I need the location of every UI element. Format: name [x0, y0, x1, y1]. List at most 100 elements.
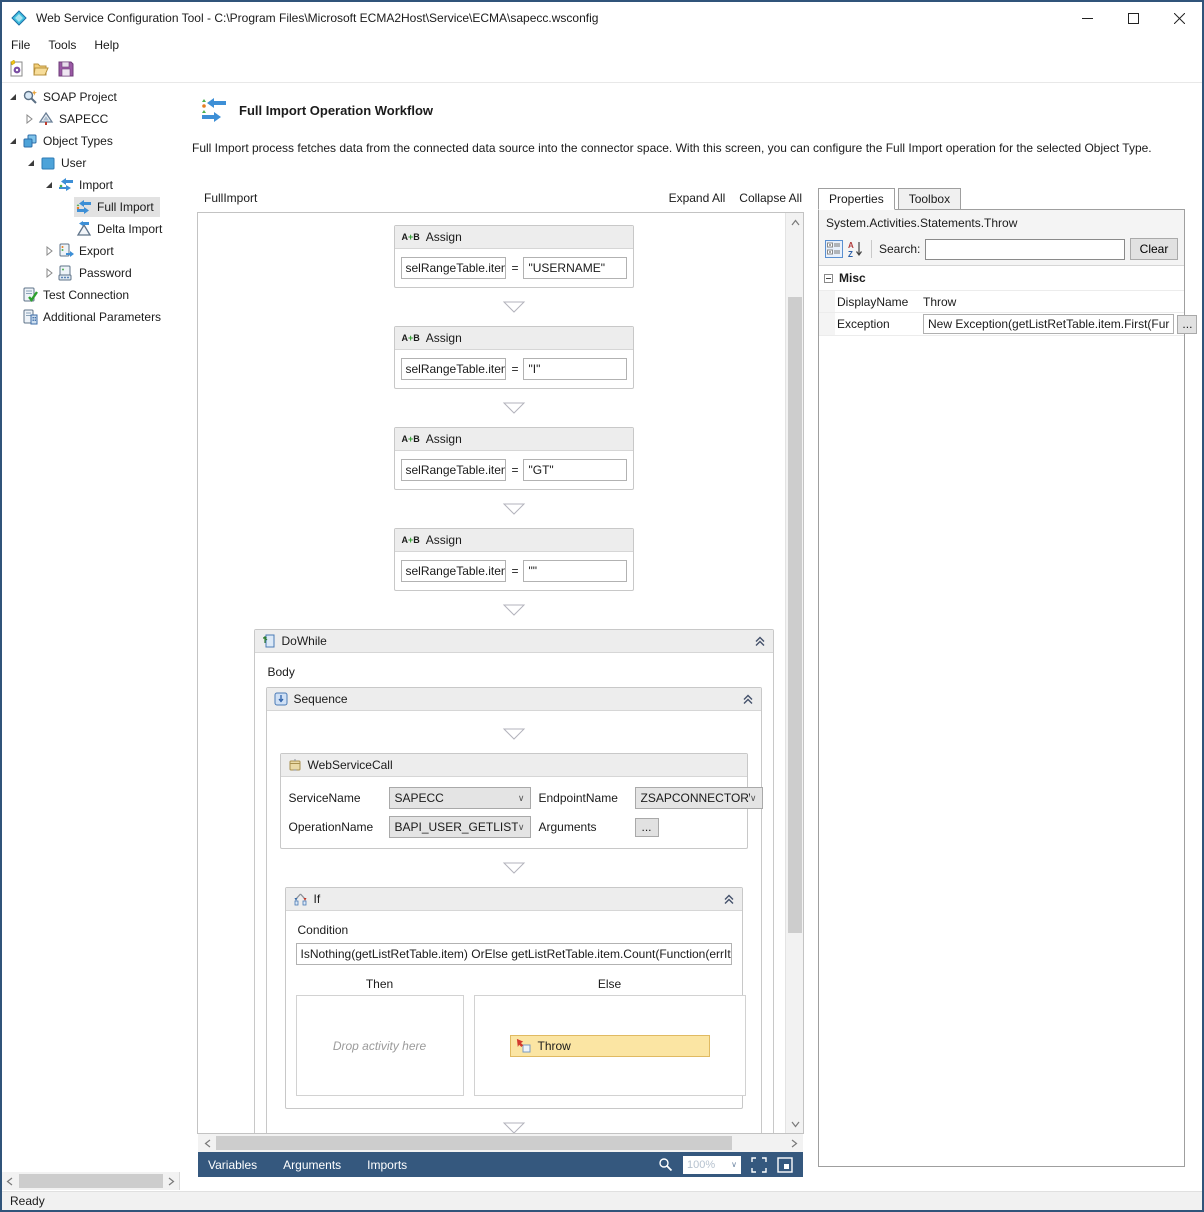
designer-hscrollbar[interactable] [198, 1134, 803, 1152]
designer-vscrollbar[interactable] [785, 213, 803, 1133]
menu-tools[interactable]: Tools [39, 34, 85, 56]
webservicecall-activity[interactable]: WebServiceCall ServiceName SAPECC ∨ Endp… [279, 753, 763, 849]
assign-to-field[interactable]: selRangeTable.item [400, 358, 507, 380]
close-button[interactable] [1156, 2, 1202, 34]
sidebar-item-export[interactable]: Export [2, 240, 192, 262]
zoom-level-select[interactable]: 100% ∨ [683, 1155, 741, 1174]
breadcrumb[interactable]: FullImport [204, 191, 257, 205]
sapecc-icon [38, 111, 54, 127]
collapse-all-link[interactable]: Collapse All [739, 191, 802, 205]
sidebar-item-sapecc[interactable]: SAPECC [2, 108, 192, 130]
sidebar-item-user[interactable]: User [2, 152, 192, 174]
collapse-chevron-icon[interactable] [723, 893, 735, 905]
properties-search-input[interactable] [925, 238, 1125, 260]
expander-collapsed-icon[interactable] [42, 266, 56, 280]
throw-activity[interactable]: Throw [509, 1034, 710, 1057]
arguments-label: Arguments [538, 820, 597, 834]
expander-expanded-icon[interactable] [6, 134, 20, 148]
service-name-select[interactable]: SAPECC ∨ [388, 787, 531, 809]
collapse-chevron-icon[interactable] [742, 693, 754, 705]
condition-field[interactable]: IsNothing(getListRetTable.item) OrElse g… [295, 943, 732, 965]
exception-ellipsis-button[interactable]: ... [1177, 314, 1198, 334]
displayname-value[interactable]: Throw [923, 295, 956, 309]
expander-expanded-icon[interactable] [24, 156, 38, 170]
sidebar-item-soap-project[interactable]: SOAP Project [2, 86, 192, 108]
scrollbar-thumb[interactable] [19, 1174, 163, 1188]
svg-text:A: A [848, 241, 854, 250]
test-connection-icon [22, 287, 38, 303]
tree-label: SAPECC [59, 112, 109, 126]
sidebar-item-password[interactable]: Password [2, 262, 192, 284]
else-label: Else [597, 977, 622, 991]
sidebar-item-delta-import[interactable]: Delta Import [2, 218, 192, 240]
assign-activity-2[interactable]: A+B Assign selRangeTable.item = "I" [393, 326, 634, 389]
assign-activity-1[interactable]: A+B Assign selRangeTable.item = "USERNAM… [393, 225, 634, 288]
sidebar-item-import[interactable]: Import [2, 174, 192, 196]
fit-to-screen-icon[interactable] [751, 1156, 767, 1173]
imports-tab[interactable]: Imports [367, 1158, 407, 1172]
status-bar: Ready [2, 1191, 1202, 1210]
sidebar-item-full-import[interactable]: Full Import [2, 196, 192, 218]
expander-expanded-icon[interactable] [6, 90, 20, 104]
alphabetical-sort-icon[interactable]: AZ [848, 240, 864, 258]
open-file-button[interactable] [31, 59, 51, 79]
tab-properties[interactable]: Properties [818, 188, 895, 210]
assign-to-field[interactable]: selRangeTable.item [400, 257, 507, 279]
scroll-up-icon[interactable] [788, 213, 802, 231]
endpoint-name-select[interactable]: ZSAPCONNECTORWS ∨ [634, 787, 763, 809]
exception-value-field[interactable]: New Exception(getListRetTable.item.First… [923, 314, 1175, 334]
sidebar-item-test-connection[interactable]: Test Connection [2, 284, 192, 306]
assign-to-field[interactable]: selRangeTable.item [400, 459, 507, 481]
variables-tab[interactable]: Variables [208, 1158, 257, 1172]
assign-value-field[interactable]: "USERNAME" [523, 257, 627, 279]
tree-label: Delta Import [97, 222, 163, 236]
if-activity[interactable]: If Condition IsNothing(getListRetTable.i… [284, 887, 746, 1109]
scroll-left-icon[interactable] [2, 1172, 16, 1190]
assign-value-field[interactable]: "GT" [523, 459, 627, 481]
scroll-down-icon[interactable] [788, 1115, 802, 1133]
sidebar-item-object-types[interactable]: Object Types [2, 130, 192, 152]
assign-value-field[interactable]: "" [523, 560, 627, 582]
tree-label: Import [79, 178, 114, 192]
expander-collapsed-icon[interactable] [42, 244, 56, 258]
search-icon[interactable] [658, 1157, 673, 1172]
clear-button[interactable]: Clear [1130, 238, 1178, 260]
collapse-chevron-icon[interactable] [754, 635, 766, 647]
arguments-tab[interactable]: Arguments [283, 1158, 341, 1172]
operation-name-select[interactable]: BAPI_USER_GETLIST ∨ [388, 816, 531, 838]
maximize-button[interactable] [1110, 2, 1156, 34]
scroll-right-icon[interactable] [164, 1172, 178, 1190]
menu-file[interactable]: File [2, 34, 39, 56]
assign-activity-4[interactable]: A+B Assign selRangeTable.item = "" [393, 528, 634, 591]
assign-activity-3[interactable]: A+B Assign selRangeTable.item = "GT" [393, 427, 634, 490]
arguments-button[interactable]: ... [634, 817, 659, 837]
then-dropzone[interactable]: Drop activity here [295, 995, 464, 1096]
tree-label: Full Import [97, 200, 154, 214]
scrollbar-thumb[interactable] [216, 1136, 732, 1150]
assign-value-field[interactable]: "I" [523, 358, 627, 380]
save-button[interactable] [56, 59, 76, 79]
minimize-button[interactable] [1064, 2, 1110, 34]
new-file-button[interactable] [6, 59, 26, 79]
sidebar-item-additional-parameters[interactable]: Additional Parameters [2, 306, 192, 328]
collapse-category-icon[interactable] [824, 273, 833, 283]
sequence-activity[interactable]: Sequence WebServiceCall ServiceName SAPE… [265, 687, 763, 1133]
expand-all-link[interactable]: Expand All [669, 191, 726, 205]
categorized-view-icon[interactable] [825, 240, 843, 258]
then-label: Then [365, 977, 394, 991]
category-misc[interactable]: Misc [819, 266, 1184, 290]
scrollbar-thumb[interactable] [788, 297, 802, 933]
overview-icon[interactable] [777, 1156, 793, 1173]
scroll-right-icon[interactable] [787, 1134, 801, 1152]
tab-toolbox[interactable]: Toolbox [897, 188, 962, 210]
else-dropzone[interactable]: Throw [473, 995, 746, 1096]
scroll-left-icon[interactable] [200, 1134, 214, 1152]
workflow-canvas[interactable]: A+B Assign selRangeTable.item = "USERNAM… [198, 213, 785, 1133]
assign-to-field[interactable]: selRangeTable.item [400, 560, 507, 582]
sidebar-hscrollbar[interactable] [2, 1172, 180, 1190]
expander-collapsed-icon[interactable] [22, 112, 36, 126]
menu-help[interactable]: Help [85, 34, 128, 56]
dowhile-icon [262, 634, 276, 648]
dowhile-activity[interactable]: DoWhile Body Sequence WebServiceCall Ser… [253, 629, 774, 1133]
expander-expanded-icon[interactable] [42, 178, 56, 192]
